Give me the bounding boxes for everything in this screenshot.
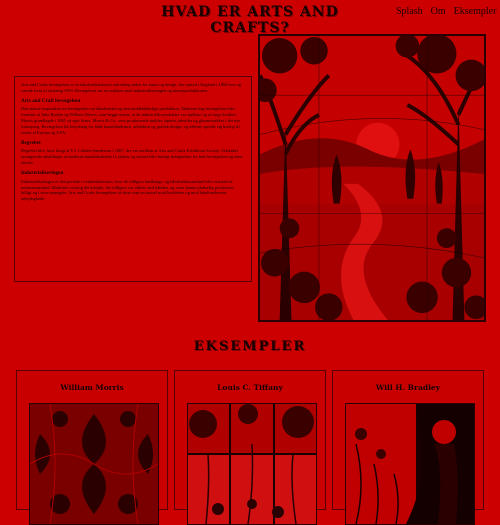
section-body: Den største inspiration for bevægelsen v… [21,106,241,135]
card-artist-name: Louis C. Tiffany [217,383,283,392]
nav-item-splash[interactable]: Splash [396,6,423,17]
section-heading: Industrialiseringen [21,169,64,176]
section-body: Begrebet blev først brugt af T.J. Cobden… [21,148,243,166]
hero-stained-glass-image [258,34,486,322]
example-card-william-morris[interactable]: William Morris [16,370,168,525]
examples-heading: EKSEMPLER [193,339,307,354]
nav-item-om[interactable]: Om [431,6,446,17]
card-artwork-image [29,403,159,525]
card-artist-name: Will H. Bradley [375,383,441,392]
section-heading: Begrebet [21,139,41,146]
card-artwork-image [345,403,475,525]
example-card-will-h-bradley[interactable]: Will H. Bradley [332,370,484,525]
page-title: HVAD ER ARTS AND CRAFTS? [161,4,339,36]
example-card-louis-c-tiffany[interactable]: Louis C. Tiffany [174,370,326,525]
card-artist-name: William Morris [60,383,124,392]
section-heading: Arts and Craft bevægelsen [21,97,81,104]
intro-paragraph: Arts and Crafts bevægelsen er en håndvær… [21,82,242,93]
nav-item-eksempler[interactable]: Eksempler [454,6,497,17]
top-nav: Splash Om Eksempler [396,6,496,17]
section-body: Industrialiseringen er den periode i ver… [21,178,234,202]
intro-text-box: Arts and Crafts bevægelsen er en håndvær… [14,76,252,282]
card-artwork-image [187,403,317,525]
